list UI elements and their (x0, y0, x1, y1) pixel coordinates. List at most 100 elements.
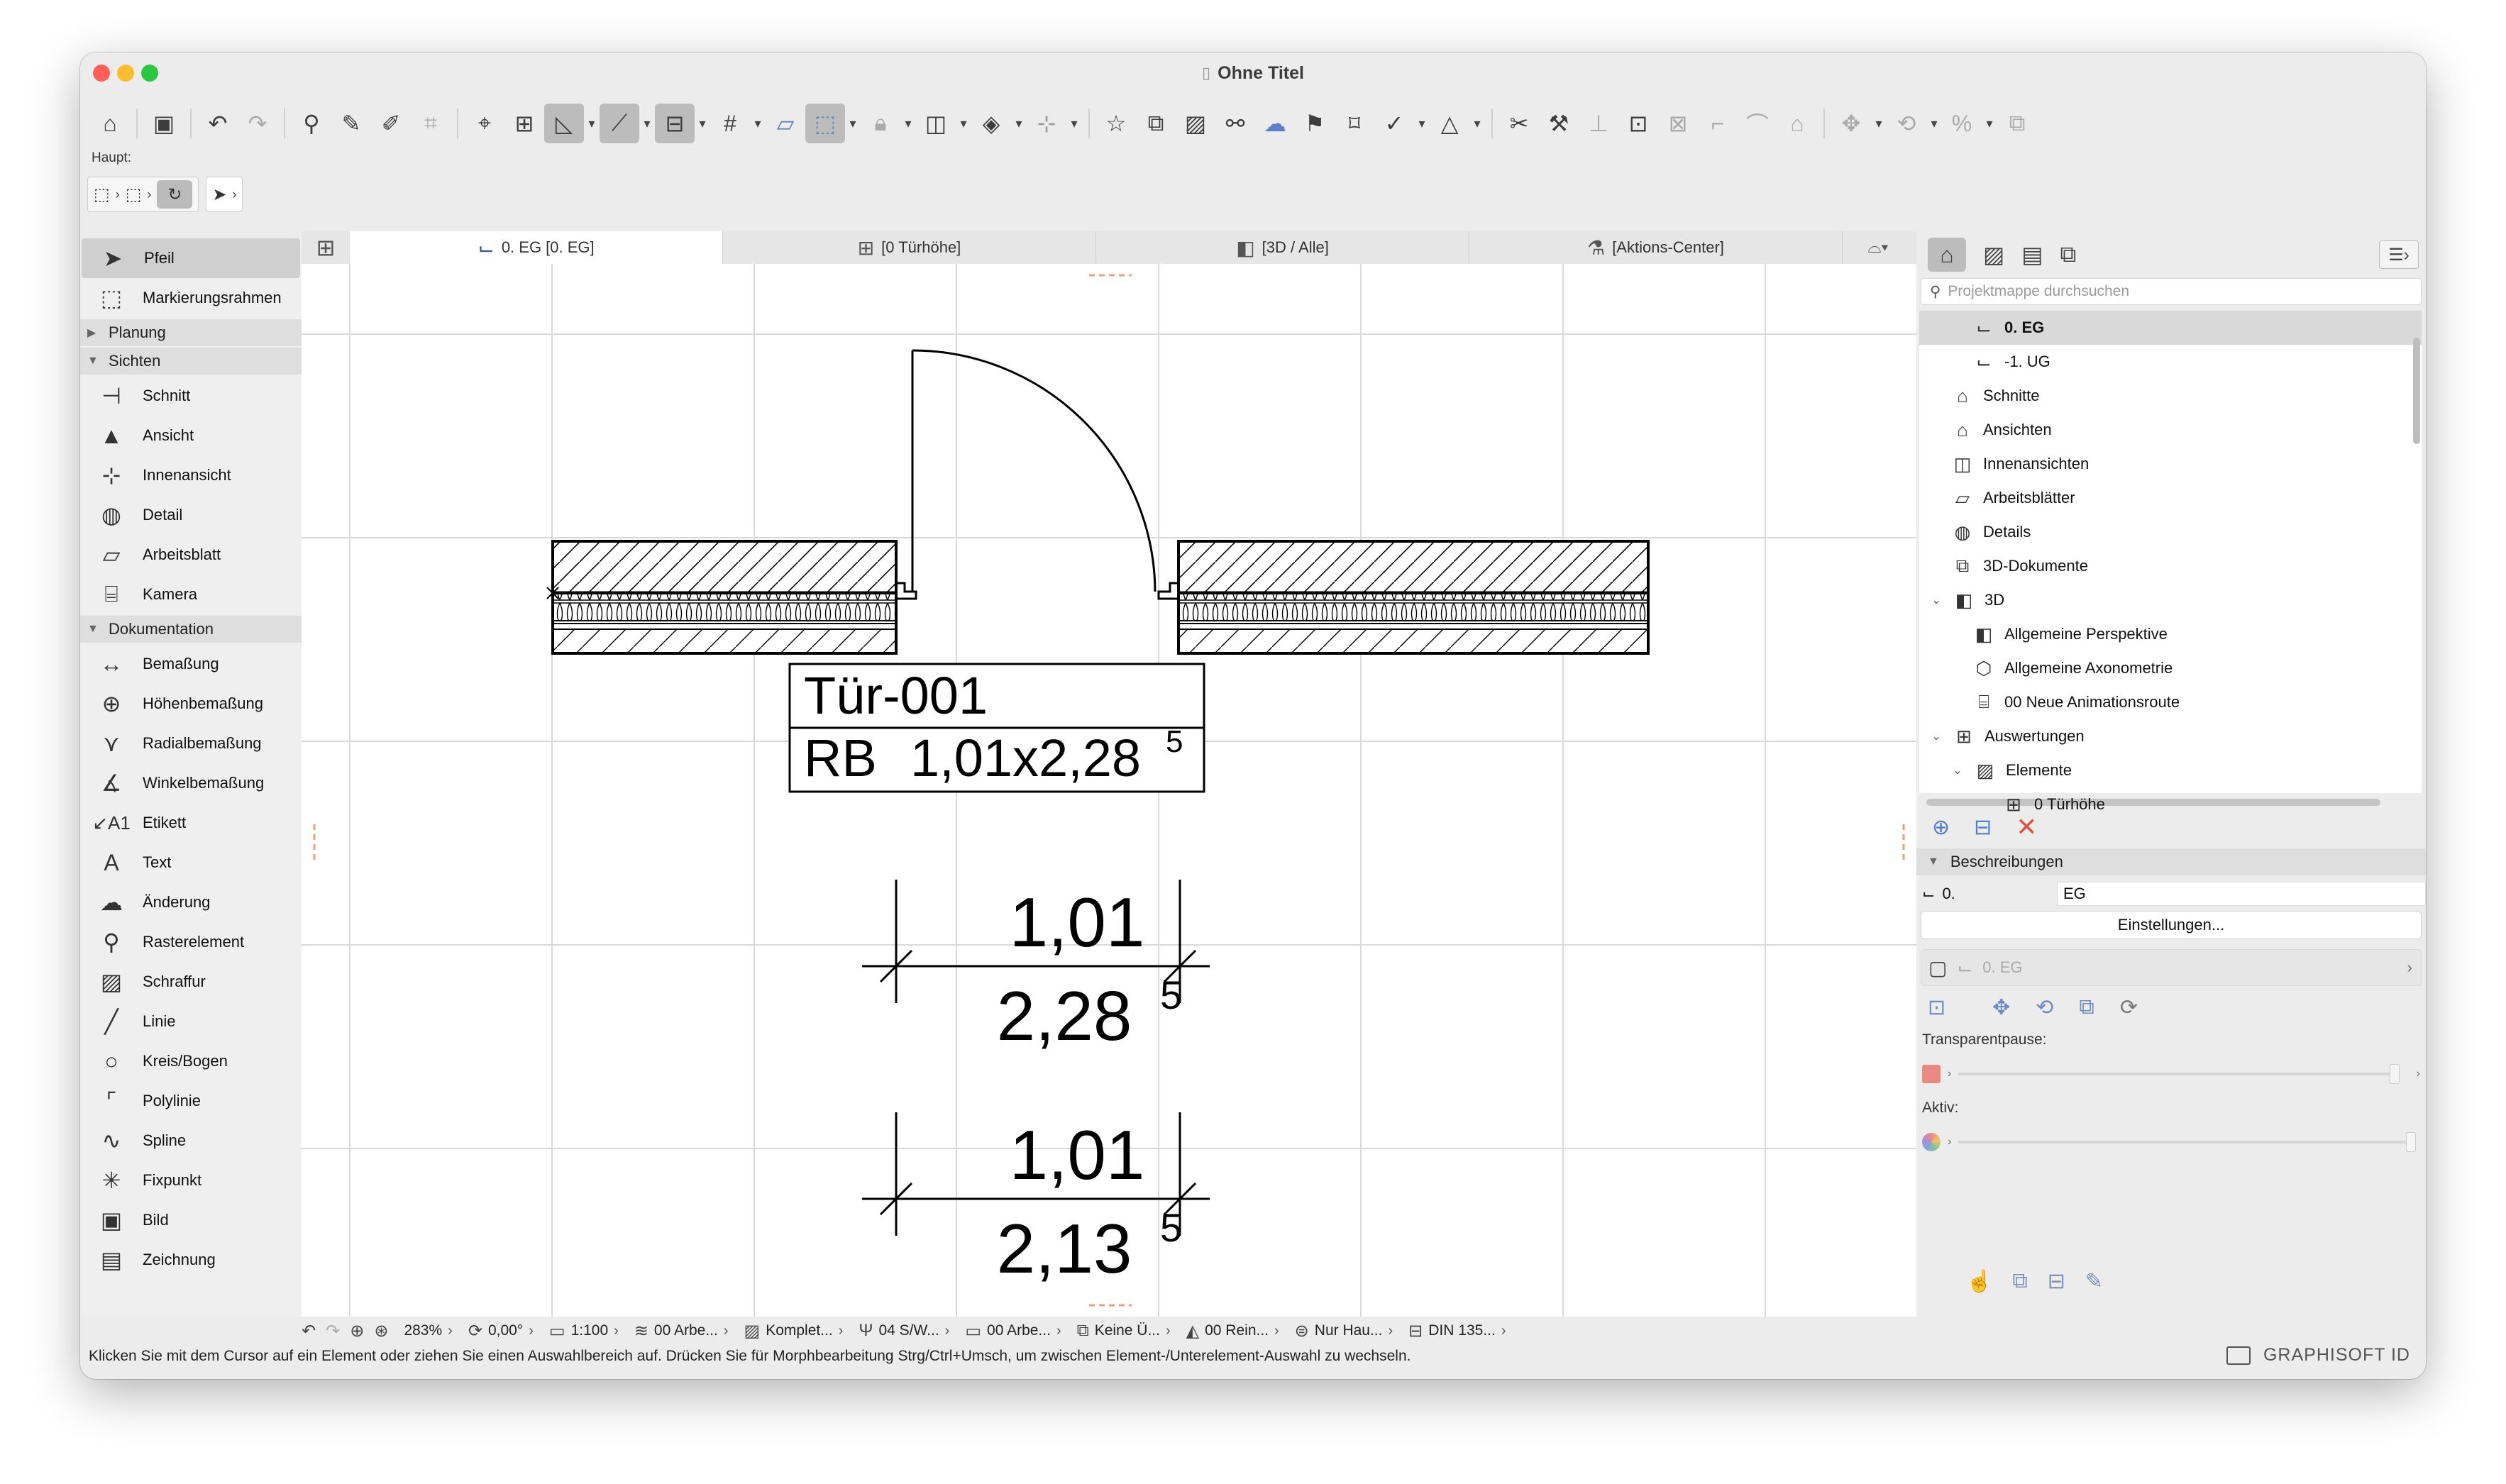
grid-icon[interactable]: # (710, 104, 750, 143)
drawing-canvas[interactable]: Tür-001 RB 1,01x2,28 5 1,01 2,28 5 1,01 … (302, 264, 1916, 1317)
structure-field[interactable]: ⊜ Nur Hau... › (1295, 1321, 1393, 1341)
tree-item-animationsroute[interactable]: ⌸ 00 Neue Animationsroute (1919, 685, 2422, 719)
zoom-field[interactable]: 283% › (404, 1322, 452, 1339)
fillet-icon[interactable]: ⌒ (1738, 104, 1777, 143)
arrow-cursor-icon[interactable]: ➤ (212, 184, 226, 205)
minimize-window-button[interactable] (117, 65, 134, 82)
slider-track[interactable] (1958, 1064, 2400, 1084)
color-wheel-icon[interactable] (1922, 1133, 1941, 1151)
percent-icon[interactable]: % (1942, 104, 1982, 143)
layer-combination-field[interactable]: ≋ 00 Arbe... › (634, 1321, 729, 1341)
export-view-icon[interactable]: ⧉ (2079, 995, 2094, 1019)
tool-zeichnung[interactable]: ▤ Zeichnung (80, 1240, 302, 1280)
layout-book-icon[interactable]: ▤ (2021, 241, 2043, 268)
publisher-sets-icon[interactable]: ⧉ (2060, 241, 2076, 268)
chevron-down-icon[interactable]: ▾ (1011, 104, 1027, 143)
trace-icon[interactable]: ⊹ (1027, 104, 1066, 143)
tool-bild[interactable]: ▣ Bild (80, 1200, 302, 1240)
coordinates-icon[interactable]: ⊞ (504, 104, 544, 143)
chevron-down-icon[interactable]: ▾ (750, 104, 766, 143)
organizer-icon[interactable]: ☝ (1966, 1269, 1992, 1294)
category-sichten[interactable]: ▼ Sichten (80, 348, 302, 375)
navigator-menu-icon[interactable]: ☰› (2379, 240, 2419, 269)
orientation-field[interactable]: ⟳ 0,00° › (468, 1321, 534, 1341)
tool-hoehenbemassung[interactable]: ⊕ Höhenbemaßung (80, 684, 302, 724)
eyedropper-icon[interactable]: ✎ (331, 104, 371, 143)
move-view-icon[interactable]: ✥ (1992, 995, 2010, 1020)
fit-in-window-icon[interactable]: ⊡ (1928, 995, 1945, 1020)
tool-arbeitsblatt[interactable]: ▱ Arbeitsblatt (80, 535, 302, 575)
color-swatch[interactable] (1922, 1065, 1941, 1083)
tree-item-3d-dokumente[interactable]: ⧉ 3D-Dokumente (1919, 549, 2422, 583)
tree-item-axonometrie[interactable]: ⬡ Allgemeine Axonometrie (1919, 651, 2422, 685)
chevron-right-icon[interactable]: › (147, 187, 151, 202)
tree-scrollbar[interactable] (2413, 338, 2420, 444)
tool-pfeil[interactable]: ➤ Pfeil (82, 238, 300, 278)
undo-icon[interactable]: ↶ (198, 104, 238, 143)
description-value[interactable]: EG (2057, 882, 2426, 906)
find-select-icon[interactable]: ⚲ (292, 104, 331, 143)
chevron-down-icon[interactable]: ▾ (845, 104, 861, 143)
fit-window-icon[interactable]: ⊛ (374, 1321, 388, 1341)
chevron-right-icon[interactable]: › (232, 187, 236, 202)
attributes-icon[interactable]: ⚑ (1295, 104, 1335, 143)
slider-knob[interactable] (2406, 1132, 2416, 1152)
chevron-down-icon[interactable]: ▾ (1982, 104, 1997, 143)
tool-aenderung[interactable]: ☁ Änderung (80, 882, 302, 922)
home-icon[interactable]: ⌂ (90, 104, 130, 143)
category-planung[interactable]: ▶ Planung (80, 319, 302, 346)
tab-floor-plan[interactable]: ⌙ 0. EG [0. EG] (350, 231, 723, 264)
marquee-mode-icon[interactable]: ⬚ (126, 184, 142, 205)
tool-radialbemassung[interactable]: ⋎ Radialbemaßung (80, 724, 302, 763)
tree-item-ansichten[interactable]: ⌂ Ansichten (1919, 413, 2422, 447)
tool-text[interactable]: A Text (80, 843, 302, 882)
tool-fixpunkt[interactable]: ✳ Fixpunkt (80, 1161, 302, 1200)
door-label-box[interactable]: Tür-001 RB 1,01x2,28 5 (788, 663, 1205, 793)
tab-menu-icon[interactable]: ⌓▾ (1843, 231, 1914, 264)
check-icon[interactable]: ✓ (1374, 104, 1414, 143)
snap-guides-icon[interactable]: ⟋ (600, 104, 639, 143)
descriptions-header[interactable]: ▼ Beschreibungen (1916, 848, 2426, 875)
clone-icon[interactable]: ⧉ (2012, 1269, 2027, 1293)
magic-wand-icon[interactable]: ⌗ (411, 104, 451, 143)
tag-icon[interactable]: ⌑ (1335, 104, 1374, 143)
tool-winkelbemassung[interactable]: ∡ Winkelbemaßung (80, 763, 302, 803)
tool-schraffur[interactable]: ▨ Schraffur (80, 962, 302, 1002)
tab-action-center[interactable]: ⚗ [Aktions-Center] (1469, 231, 1843, 264)
zoom-in-icon[interactable]: ⊕ (350, 1321, 364, 1341)
alert-icon[interactable]: △ (1430, 104, 1469, 143)
corner-icon[interactable]: ⌐ (1698, 104, 1738, 143)
tree-item-innenansichten[interactable]: ◫ Innenansichten (1919, 447, 2422, 481)
hammer-icon[interactable]: ⚒ (1539, 104, 1579, 143)
tree-item-perspektive[interactable]: ◧ Allgemeine Perspektive (1919, 617, 2422, 651)
view-map-icon[interactable]: ▨ (1983, 241, 2004, 268)
tool-ansicht[interactable]: ▲ Ansicht (80, 416, 302, 455)
chevron-down-icon[interactable]: ▾ (695, 104, 710, 143)
rotate-view-icon[interactable]: ↻ (157, 180, 193, 209)
redo-zoom-icon[interactable]: ↷ (326, 1321, 340, 1341)
category-dokumentation[interactable]: ▼ Dokumentation (80, 616, 302, 643)
tool-kreis-bogen[interactable]: ○ Kreis/Bogen (80, 1041, 302, 1081)
chevron-down-icon[interactable]: ▾ (639, 104, 655, 143)
current-view-row[interactable]: ▢ ⌙ 0. EG › (1921, 949, 2422, 986)
properties-icon[interactable]: ✎ (2085, 1269, 2103, 1294)
tab-3d[interactable]: ◧ [3D / Alle] (1096, 231, 1469, 264)
transparent-slider[interactable]: › › (1916, 1051, 2426, 1097)
dimension-marker-1[interactable]: 1,01 2,28 5 (862, 880, 1210, 1055)
3d-view-icon[interactable]: ◈ (971, 104, 1011, 143)
chevron-right-icon[interactable]: › (116, 187, 120, 202)
tree-item-tuerhoehe[interactable]: ⊞ 0 Türhöhe (1919, 787, 2422, 821)
search-input[interactable]: Projektmappe durchsuchen (1948, 283, 2129, 300)
save-view-icon[interactable]: ⊟ (2048, 1269, 2065, 1294)
renovation-field[interactable]: ⧉ Keine Ü... › (1077, 1321, 1171, 1341)
tree-item-0-eg[interactable]: ⌙ 0. EG (1919, 311, 2422, 345)
tree-item-schnitte[interactable]: ⌂ Schnitte (1919, 379, 2422, 413)
layers-icon[interactable]: ◫ (916, 104, 956, 143)
renovation-filter-field[interactable]: ◭ 00 Rein... › (1186, 1321, 1279, 1341)
adjust-icon[interactable]: ⊠ (1658, 104, 1698, 143)
lock-icon[interactable]: 🔒︎ (861, 104, 900, 143)
save-icon[interactable]: ▣ (144, 104, 184, 143)
project-map-icon[interactable]: ⌂ (1928, 238, 1966, 272)
settings-button[interactable]: Einstellungen... (1921, 911, 2422, 939)
guide-lines-icon[interactable]: ◺ (544, 104, 584, 143)
